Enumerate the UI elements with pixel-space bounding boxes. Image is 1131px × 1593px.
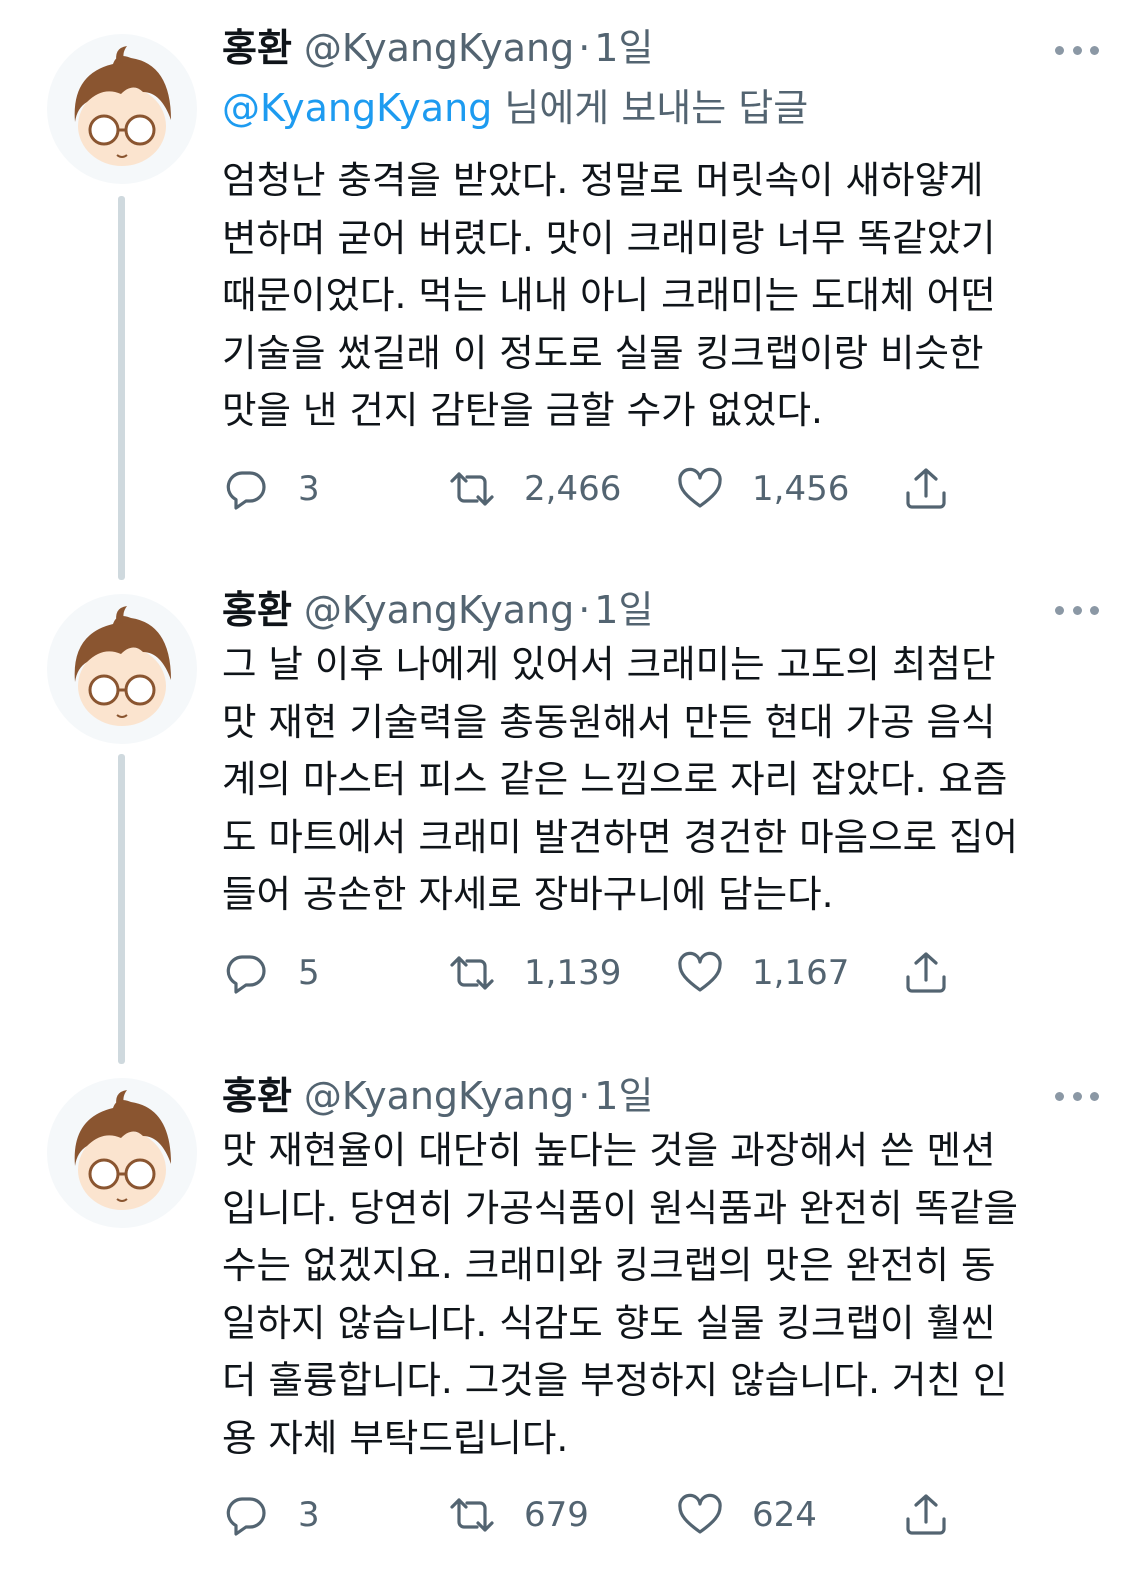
retweet-button[interactable]: 2,466 [448, 459, 621, 519]
reply-button[interactable]: 3 [222, 1485, 320, 1545]
reply-icon [226, 1497, 266, 1536]
tweet[interactable]: 홍환 @KyangKyang · 1일 @KyangKyang 님에게 보내는 … [0, 0, 1131, 560]
tweet-text-line: 맛 재현 기술력을 총동원해서 만든 현대 가공 음식 [222, 699, 996, 744]
author-name[interactable]: 홍환 [222, 1066, 292, 1126]
tweet-text: 엄청난 충격을 받았다. 정말로 머릿속이 새하얗게 변하며 굳어 버렸다. 맛… [222, 152, 1102, 440]
tweet-header: 홍환 @KyangKyang · 1일 [222, 580, 653, 640]
retweet-button[interactable]: 679 [448, 1485, 589, 1545]
more-icon[interactable] [1055, 602, 1099, 618]
separator-dot: · [578, 26, 591, 70]
separator-dot: · [578, 588, 591, 632]
tweet-text-line: 용 자체 부탁드립니다. [222, 1415, 569, 1460]
tweet-text-line: 변하며 굳어 버렸다. 맛이 크래미랑 너무 똑같았기 [222, 215, 996, 260]
tweet-text-line: 더 훌륭합니다. 그것을 부정하지 않습니다. 거친 인 [222, 1358, 1008, 1402]
tweet[interactable]: 홍환 @KyangKyang · 1일 그 날 이후 나에게 있어서 크래미는 … [0, 580, 1131, 1050]
timestamp[interactable]: 1일 [594, 18, 653, 78]
tweet-text-line: 들어 공손한 자세로 장바구니에 담는다. [222, 872, 834, 916]
reply-count: 3 [298, 469, 320, 509]
author-name[interactable]: 홍환 [222, 580, 292, 640]
reply-count: 3 [298, 1495, 320, 1535]
heart-icon [678, 951, 722, 992]
retweet-count: 1,139 [524, 953, 622, 993]
reply-icon [226, 471, 266, 510]
more-icon[interactable] [1055, 1088, 1099, 1104]
tweet-actions: 3 2,466 1,456 [222, 459, 962, 519]
retweet-icon [450, 1498, 494, 1532]
like-button[interactable]: 624 [676, 1485, 817, 1545]
avatar[interactable] [47, 1078, 197, 1228]
tweet-text-line: 맛 재현율이 대단히 높다는 것을 과장해서 쓴 멘션 [222, 1128, 996, 1172]
more-icon[interactable] [1055, 42, 1099, 58]
heart-icon [678, 467, 722, 508]
retweet-icon [450, 956, 494, 990]
author-handle[interactable]: @KyangKyang [304, 18, 574, 78]
reply-icon [226, 955, 266, 994]
share-button[interactable] [902, 943, 950, 1003]
author-handle[interactable]: @KyangKyang [304, 580, 574, 640]
tweet-text-line: 엄청난 충격을 받았다. 정말로 머릿속이 새하얗게 [222, 158, 984, 202]
retweet-count: 679 [524, 1495, 589, 1535]
tweet-actions: 3 679 624 [222, 1485, 962, 1545]
tweet-text-line: 계의 마스터 피스 같은 느낌으로 자리 잡았다. 요즘 [222, 757, 1008, 801]
reply-count: 5 [298, 953, 320, 993]
tweet-text-line: 수는 없겠지요. 크래미와 킹크랩의 맛은 완전히 동 [222, 1243, 996, 1287]
tweet[interactable]: 홍환 @KyangKyang · 1일 맛 재현율이 대단히 높다는 것을 과장… [0, 1066, 1131, 1593]
reply-context-suffix: 님에게 보내는 답글 [492, 86, 809, 130]
tweet-text-line: 기술을 썼길래 이 정도로 실물 킹크랩이랑 비슷한 [222, 330, 984, 375]
like-count: 624 [752, 1495, 817, 1535]
retweet-icon [450, 472, 494, 506]
heart-icon [678, 1493, 722, 1534]
share-button[interactable] [902, 1485, 950, 1545]
reply-button[interactable]: 5 [222, 943, 320, 1003]
avatar[interactable] [47, 594, 197, 744]
tweet-text-line: 그 날 이후 나에게 있어서 크래미는 고도의 최첨단 [222, 642, 996, 686]
share-button[interactable] [902, 459, 950, 519]
share-icon [906, 952, 946, 993]
tweet-text: 그 날 이후 나에게 있어서 크래미는 고도의 최첨단 맛 재현 기술력을 총동… [222, 636, 1102, 924]
timestamp[interactable]: 1일 [594, 1066, 653, 1126]
like-count: 1,456 [752, 469, 850, 509]
retweet-button[interactable]: 1,139 [448, 943, 621, 1003]
tweet-text-line: 도 마트에서 크래미 발견하면 경건한 마음으로 집어 [222, 814, 1019, 859]
author-name[interactable]: 홍환 [222, 18, 292, 78]
tweet-text-line: 입니다. 당연히 가공식품이 원식품과 완전히 똑같을 [222, 1185, 1019, 1230]
tweet-text-line: 일하지 않습니다. 식감도 향도 실물 킹크랩이 훨씬 [222, 1300, 996, 1345]
like-button[interactable]: 1,456 [676, 459, 849, 519]
reply-mention-link[interactable]: @KyangKyang [222, 86, 492, 130]
like-button[interactable]: 1,167 [676, 943, 849, 1003]
avatar[interactable] [47, 34, 197, 184]
tweet-text: 맛 재현율이 대단히 높다는 것을 과장해서 쓴 멘션 입니다. 당연히 가공식… [222, 1122, 1102, 1467]
tweet-actions: 5 1,139 1,167 [222, 943, 962, 1003]
reply-button[interactable]: 3 [222, 459, 320, 519]
retweet-count: 2,466 [524, 469, 622, 509]
tweet-text-line: 맛을 낸 건지 감탄을 금할 수가 없었다. [222, 388, 823, 432]
author-handle[interactable]: @KyangKyang [304, 1066, 574, 1126]
share-icon [906, 1494, 946, 1535]
timestamp[interactable]: 1일 [594, 580, 653, 640]
tweet-header: 홍환 @KyangKyang · 1일 [222, 1066, 653, 1126]
tweet-text-line: 때문이었다. 먹는 내내 아니 크래미는 도대체 어떤 [222, 273, 996, 317]
separator-dot: · [578, 1074, 591, 1118]
tweet-header: 홍환 @KyangKyang · 1일 [222, 18, 653, 78]
share-icon [906, 468, 946, 509]
like-count: 1,167 [752, 953, 850, 993]
reply-context: @KyangKyang 님에게 보내는 답글 [222, 80, 808, 136]
